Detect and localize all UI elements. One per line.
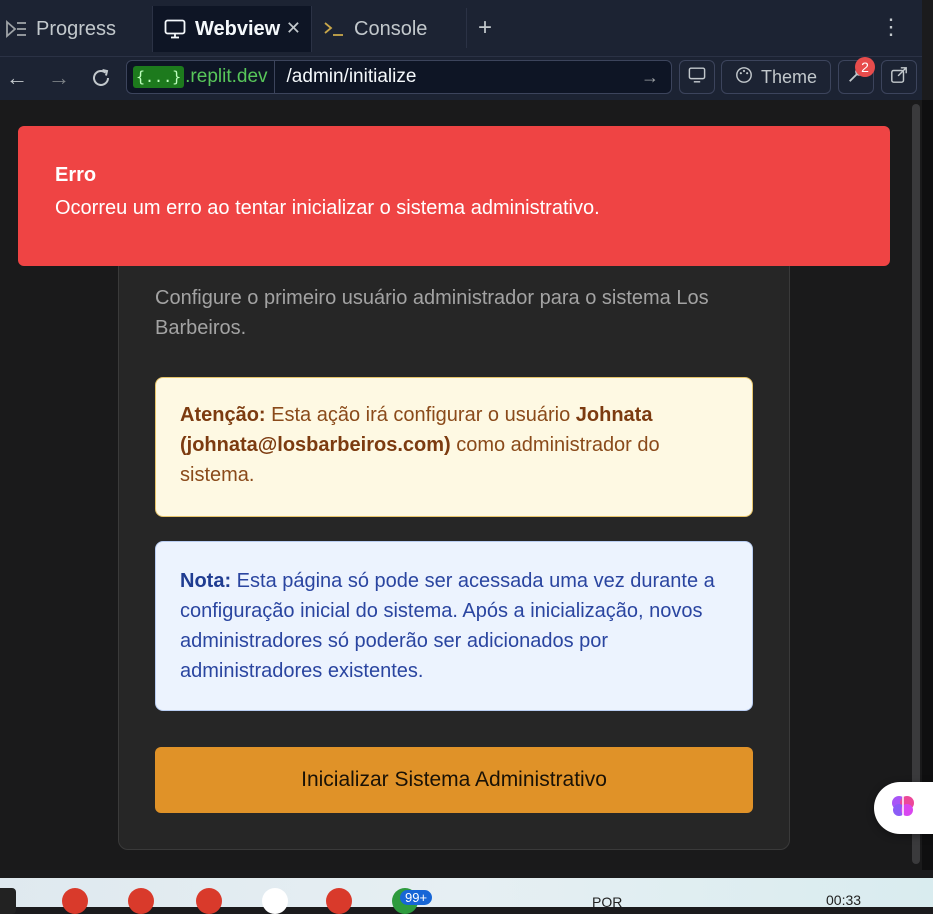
language-indicator[interactable]: POR <box>592 894 622 910</box>
warning-alert: Atenção: Esta ação irá configurar o usuá… <box>155 377 753 517</box>
brain-icon <box>888 791 918 826</box>
warning-text-before: Esta ação irá configurar o usuário <box>271 404 571 426</box>
monitor-icon <box>163 17 187 41</box>
note-label: Nota: <box>180 570 232 592</box>
palette-icon <box>735 66 753 89</box>
terminal-icon <box>322 17 346 41</box>
scrollbar-track[interactable] <box>922 100 933 870</box>
warning-label: Atenção: <box>180 404 266 426</box>
taskbar-app-icon[interactable] <box>262 888 288 914</box>
forward-arrow-icon[interactable]: → <box>44 63 74 93</box>
info-note: Nota: Esta página só pode ser acessada u… <box>155 541 753 711</box>
tab-divider <box>466 8 467 48</box>
url-host: .replit.dev <box>185 66 268 87</box>
tab-progress-label: Progress <box>36 17 117 40</box>
error-toast[interactable]: Erro Ocorreu um erro ao tentar inicializ… <box>18 126 890 266</box>
taskbar-app-icon[interactable] <box>326 888 352 914</box>
reload-icon[interactable] <box>86 63 116 93</box>
webview-address-bar: ← → {...} .replit.dev /admin/initialize … <box>0 57 922 100</box>
card-description: Configure o primeiro usuário administrad… <box>155 287 709 339</box>
more-options-icon[interactable]: ⋮ <box>880 14 902 40</box>
external-link-icon <box>890 66 908 89</box>
add-tab-icon[interactable]: + <box>478 14 492 42</box>
taskbar-app-icon[interactable] <box>196 888 222 914</box>
clock[interactable]: 00:33 <box>826 892 861 908</box>
tab-console[interactable]: Console <box>322 6 427 52</box>
close-icon[interactable]: ✕ <box>286 18 301 39</box>
theme-button[interactable]: Theme <box>721 60 831 94</box>
assistant-fab[interactable] <box>874 782 933 834</box>
tab-progress[interactable]: Progress <box>4 6 116 52</box>
workspace-tab-bar: Progress Webview ✕ Console + ⋮ <box>0 0 922 57</box>
progress-icon <box>4 17 28 41</box>
url-field[interactable]: {...} .replit.dev /admin/initialize → <box>126 60 672 94</box>
notification-count-badge: 99+ <box>400 890 433 905</box>
initialize-admin-button[interactable]: Inicializar Sistema Administrativo <box>155 747 753 813</box>
tab-console-label: Console <box>354 17 428 40</box>
tab-webview-label: Webview <box>195 17 281 40</box>
os-taskbar: 99+ POR 00:33 <box>0 878 933 914</box>
taskbar-app-icon[interactable] <box>0 888 16 914</box>
devtools-count-badge: 2 <box>855 57 875 77</box>
device-preview-button[interactable] <box>679 60 715 94</box>
note-text: Esta página só pode ser acessada uma vez… <box>180 570 715 682</box>
toast-title: Erro <box>55 164 97 186</box>
monitor-icon <box>688 66 706 88</box>
go-arrow-icon[interactable]: → <box>641 67 659 88</box>
open-external-button[interactable] <box>881 60 917 94</box>
back-arrow-icon[interactable]: ← <box>2 63 32 93</box>
url-separator <box>273 60 275 94</box>
scrollbar-thumb[interactable] <box>912 104 920 864</box>
taskbar-app-icon[interactable] <box>128 888 154 914</box>
repl-badge: {...} <box>133 66 185 88</box>
taskbar-app-icon[interactable] <box>62 888 88 914</box>
tab-webview[interactable]: Webview ✕ <box>152 6 312 52</box>
toast-message: Ocorreu um erro ao tentar inicializar o … <box>55 197 600 219</box>
theme-button-label: Theme <box>760 66 818 87</box>
url-path[interactable]: /admin/initialize <box>287 66 641 88</box>
